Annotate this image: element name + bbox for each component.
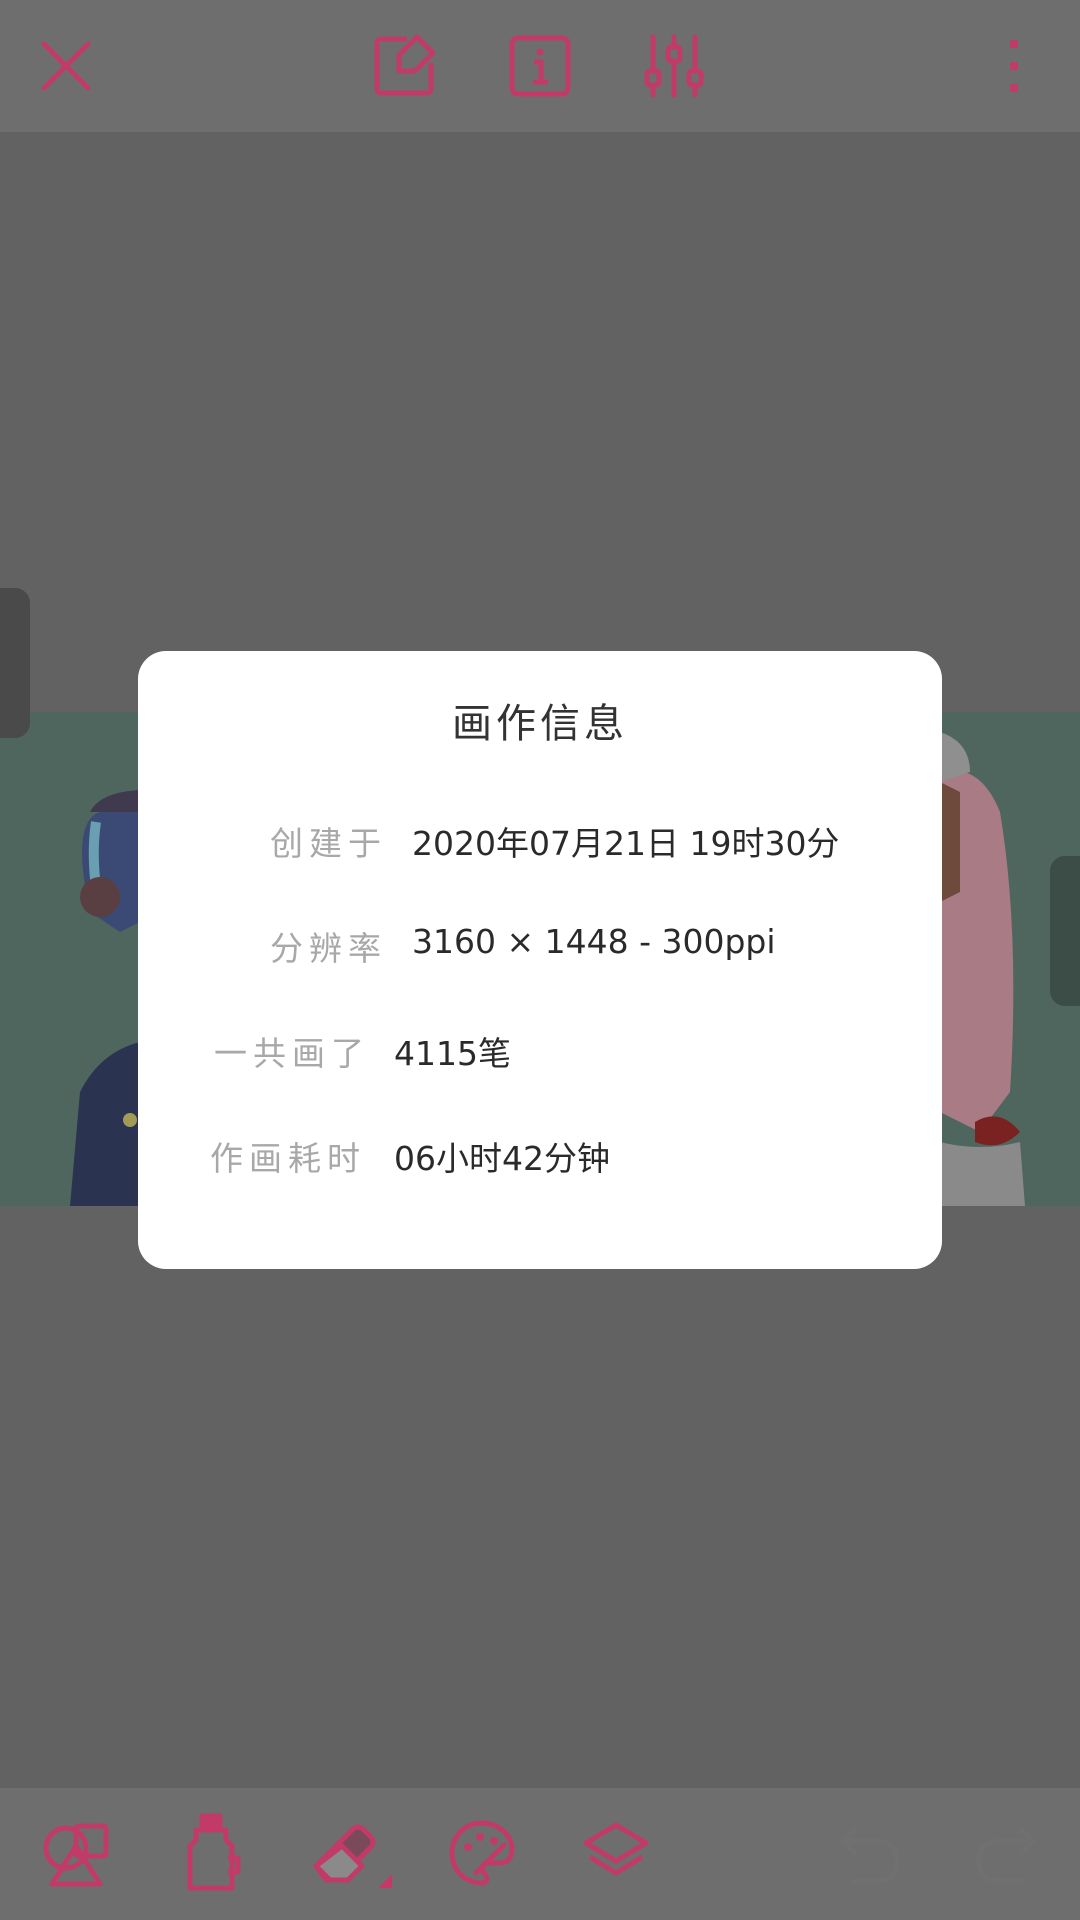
edit-canvas-icon[interactable] [364,26,444,106]
more-vertical-icon[interactable] [990,26,1038,106]
created-label: 创建于 [270,824,387,863]
artwork-right-character [940,712,1030,1206]
resolution-value: 3160 × 1448 - 300ppi [412,922,776,961]
right-side-handle[interactable] [1050,856,1080,1006]
dialog-title: 画作信息 [452,701,628,747]
close-icon[interactable] [30,26,102,106]
bottom-toolbar [0,1788,1080,1920]
artwork-info-dialog: 画作信息 创建于 2020年07月21日 19时30分 分辨率 3160 × 1… [138,651,942,1269]
artwork-left-character [60,712,140,1206]
drawing-time-label: 作画耗时 [210,1139,366,1178]
created-value: 2020年07月21日 19时30分 [412,824,840,863]
redo-icon[interactable] [966,1812,1046,1896]
layers-icon[interactable] [574,1810,658,1896]
stroke-count-label: 一共画了 [214,1034,370,1073]
info-icon[interactable] [500,26,580,106]
palette-icon[interactable] [440,1810,524,1896]
top-toolbar [0,0,1080,132]
eraser-icon[interactable] [306,1810,396,1900]
undo-icon[interactable] [830,1812,910,1896]
shapes-icon[interactable] [36,1812,116,1896]
ink-bottle-icon[interactable] [172,1808,252,1896]
left-side-handle[interactable] [0,588,30,738]
drawing-time-value: 06小时42分钟 [394,1139,610,1178]
resolution-label: 分辨率 [270,929,387,968]
stroke-count-value: 4115笔 [394,1034,511,1073]
adjust-sliders-icon[interactable] [634,26,714,106]
